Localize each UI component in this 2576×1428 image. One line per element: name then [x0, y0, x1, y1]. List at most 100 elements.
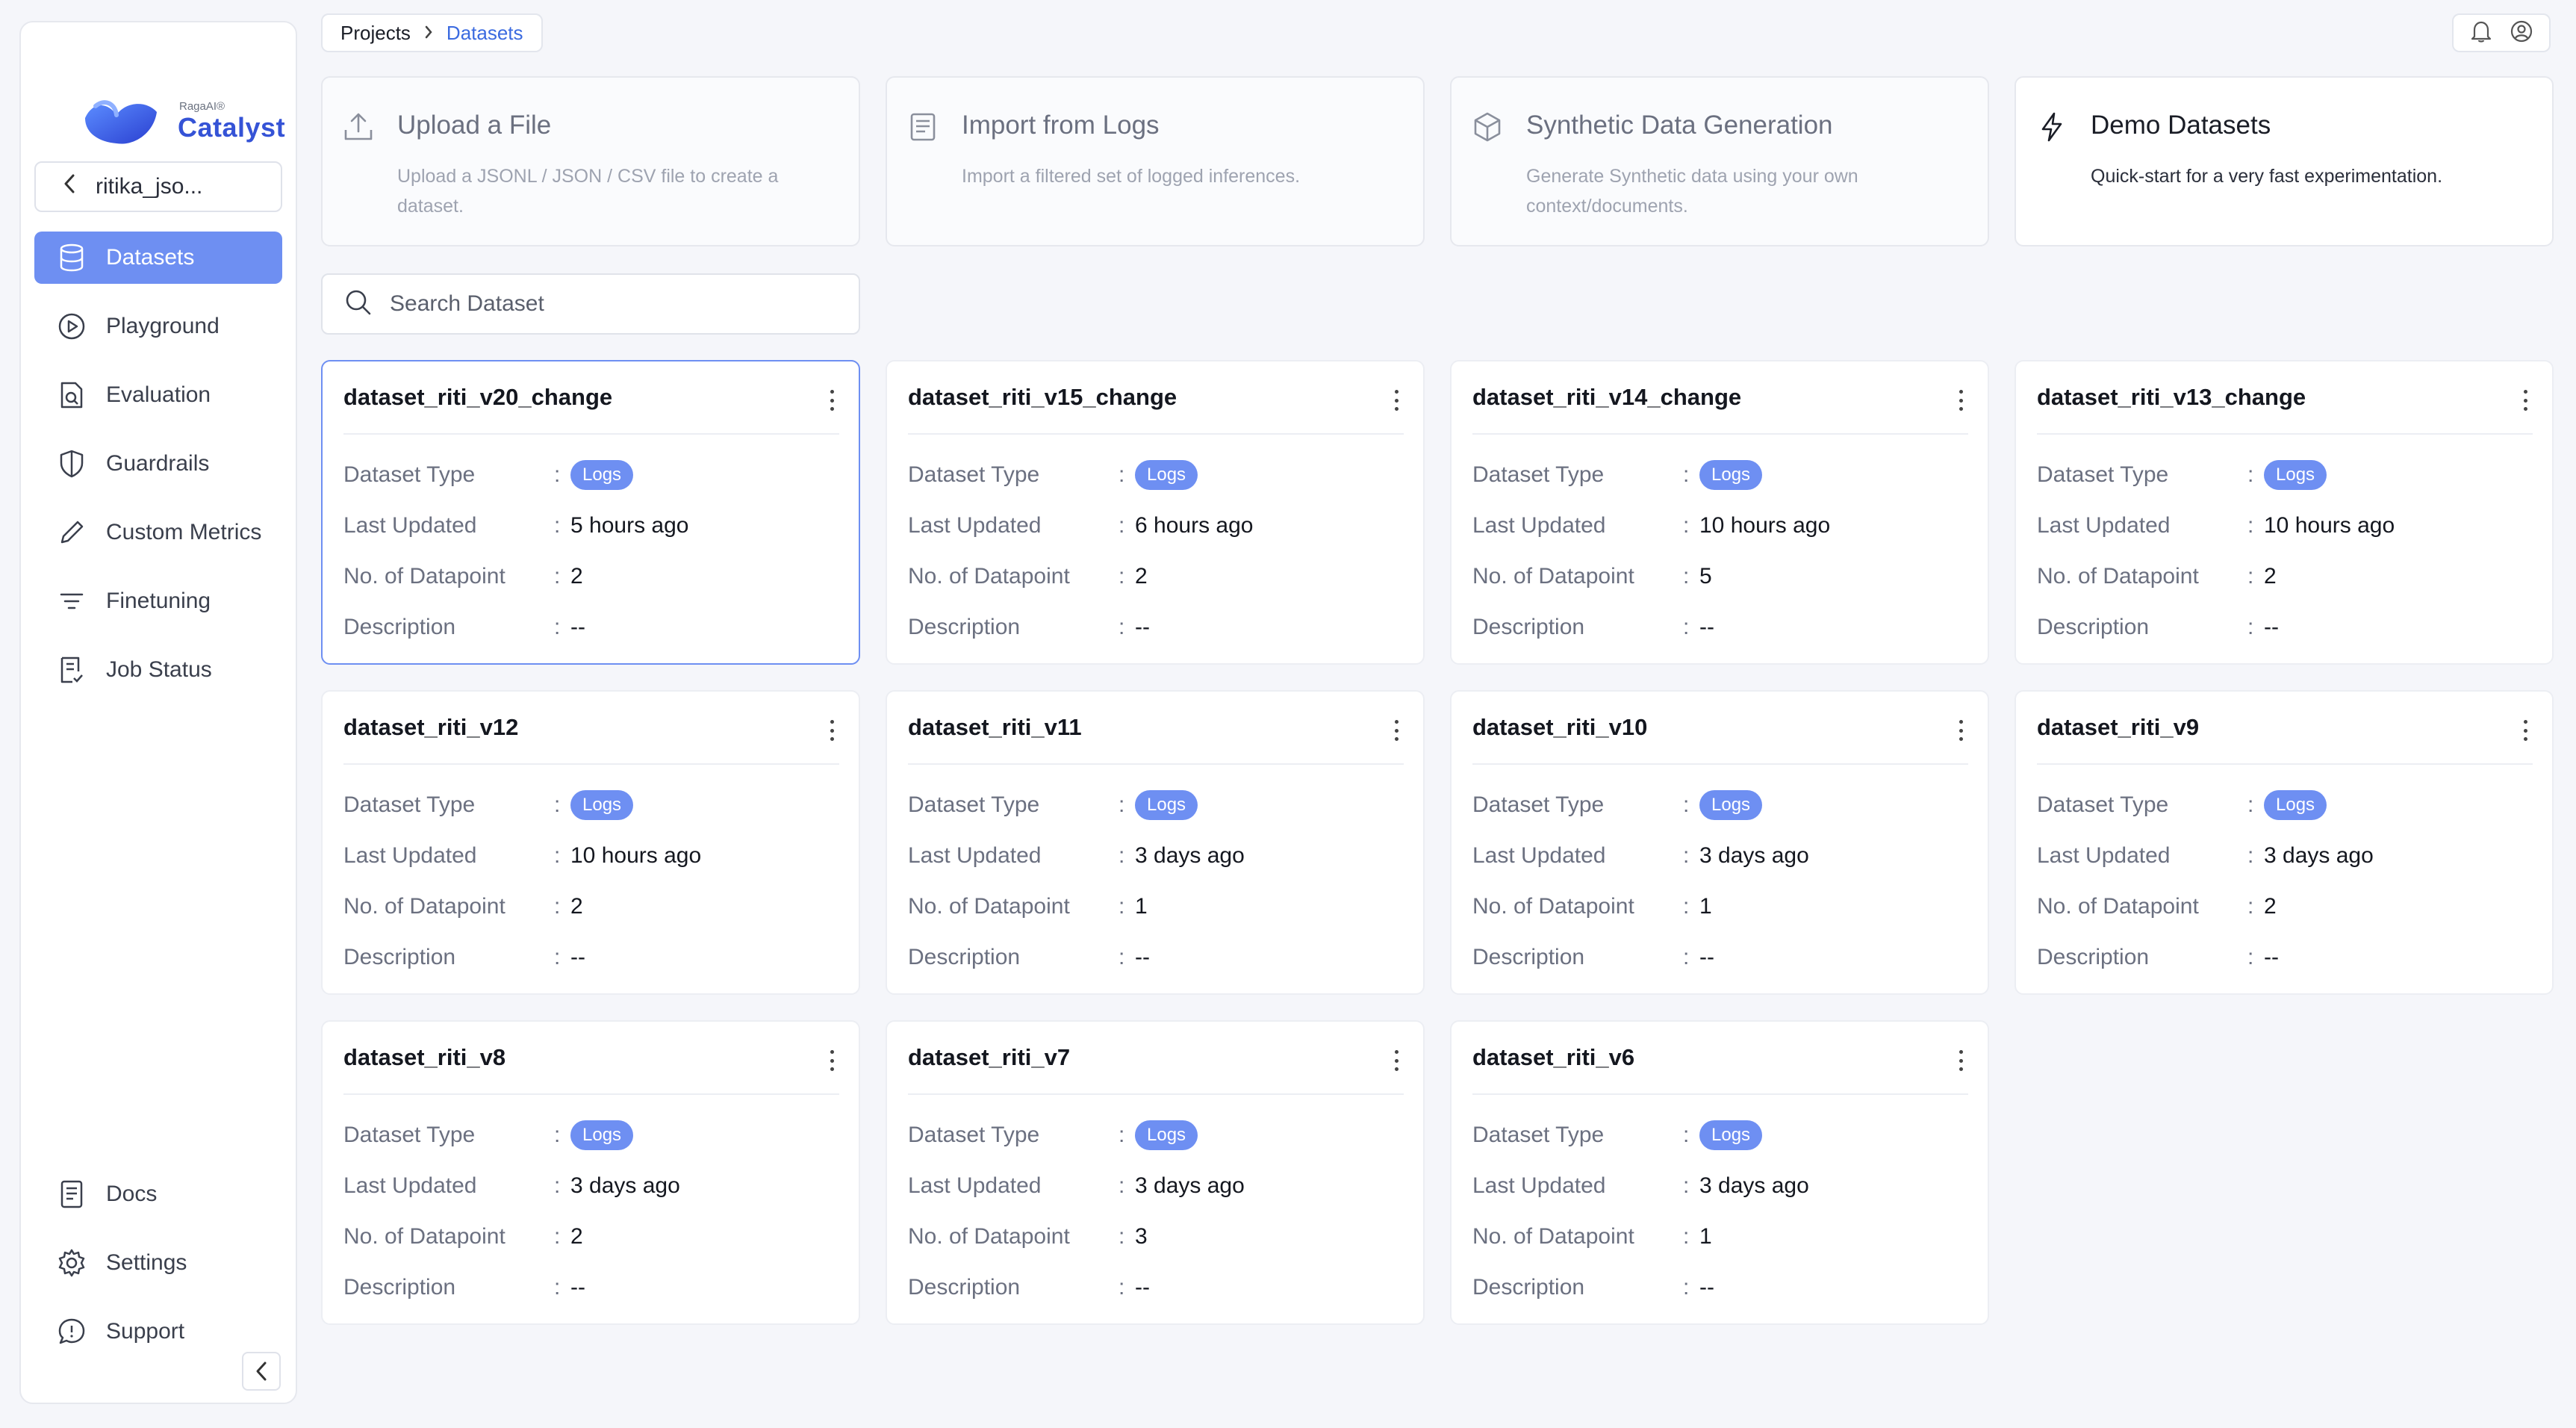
sidebar-item-evaluation[interactable]: Evaluation [34, 369, 282, 421]
datapoints-row: No. of Datapoint : 2 [908, 562, 1148, 592]
dataset-card[interactable]: dataset_riti_v13_change Dataset Type : L… [2015, 360, 2554, 665]
last-updated-value: 3 days ago [1135, 843, 1245, 868]
sidebar-item-support[interactable]: Support [34, 1306, 282, 1358]
dataset-card[interactable]: dataset_riti_v10 Dataset Type : Logs Las… [1450, 690, 1989, 995]
datapoints-value: 2 [570, 894, 583, 919]
more-options-icon[interactable] [824, 387, 839, 414]
more-options-icon[interactable] [1953, 387, 1968, 414]
sidebar-item-datasets[interactable]: Datasets [34, 232, 282, 284]
chevron-left-icon [63, 173, 76, 200]
demo-datasets-card[interactable]: Demo Datasets Quick-start for a very fas… [2015, 76, 2554, 246]
search-bar [321, 273, 860, 335]
more-options-icon[interactable] [2518, 717, 2533, 744]
dataset-card[interactable]: dataset_riti_v6 Dataset Type : Logs Last… [1450, 1020, 1989, 1325]
dataset-card[interactable]: dataset_riti_v14_change Dataset Type : L… [1450, 360, 1989, 665]
project-name: ritika_jso... [96, 174, 203, 199]
dataset-type-label: Dataset Type [908, 1123, 1040, 1147]
description-value: -- [1135, 615, 1150, 639]
sidebar-item-finetuning[interactable]: Finetuning [34, 575, 282, 627]
separator: : [1119, 894, 1125, 919]
datapoints-value: 5 [1699, 564, 1712, 589]
dataset-type-label: Dataset Type [343, 462, 476, 487]
last-updated-row: Last Updated : 3 days ago [2037, 841, 2374, 871]
last-updated-value: 5 hours ago [570, 513, 689, 538]
dataset-type-row: Dataset Type : Logs [2037, 460, 2327, 490]
separator: : [1119, 1173, 1125, 1198]
sidebar-item-label: Guardrails [106, 451, 210, 476]
separator: : [554, 792, 561, 817]
last-updated-value: 10 hours ago [2264, 513, 2395, 538]
search-input[interactable] [390, 291, 808, 317]
cube-icon [1471, 111, 1504, 143]
dataset-card[interactable]: dataset_riti_v11 Dataset Type : Logs Las… [886, 690, 1425, 995]
description-row: Description : -- [1472, 612, 1714, 642]
description-label: Description [343, 615, 456, 639]
datapoints-row: No. of Datapoint : 1 [1472, 1222, 1712, 1252]
dataset-type-badge: Logs [570, 790, 634, 820]
dataset-type-label: Dataset Type [1472, 1123, 1605, 1147]
collapse-sidebar-button[interactable] [242, 1352, 281, 1391]
datapoints-value: 2 [2264, 894, 2277, 919]
more-options-icon[interactable] [1389, 1047, 1404, 1074]
description-row: Description : -- [2037, 943, 2279, 972]
separator: : [1119, 1123, 1125, 1147]
more-options-icon[interactable] [1389, 717, 1404, 744]
dataset-card[interactable]: dataset_riti_v7 Dataset Type : Logs Last… [886, 1020, 1425, 1325]
dataset-card[interactable]: dataset_riti_v20_change Dataset Type : L… [321, 360, 860, 665]
project-selector[interactable]: ritika_jso... [34, 161, 282, 212]
description-label: Description [343, 1275, 456, 1300]
gear-icon [57, 1248, 87, 1278]
dataset-type-row: Dataset Type : Logs [2037, 790, 2327, 820]
sidebar-item-guardrails[interactable]: Guardrails [34, 438, 282, 490]
sidebar-item-label: Settings [106, 1250, 187, 1275]
last-updated-label: Last Updated [343, 843, 477, 868]
dataset-card[interactable]: dataset_riti_v12 Dataset Type : Logs Las… [321, 690, 860, 995]
separator: : [1683, 792, 1690, 817]
card-divider [908, 433, 1404, 435]
description-value: -- [570, 1275, 585, 1300]
bell-icon[interactable] [2470, 19, 2492, 47]
more-options-icon[interactable] [1953, 717, 1968, 744]
sidebar-item-settings[interactable]: Settings [34, 1237, 282, 1289]
user-icon[interactable] [2510, 19, 2533, 47]
filter-icon [57, 586, 87, 616]
datapoints-value: 2 [570, 564, 583, 589]
card-divider [343, 433, 839, 435]
separator: : [1683, 843, 1690, 868]
more-options-icon[interactable] [1389, 387, 1404, 414]
separator: : [1119, 945, 1125, 969]
action-title: Upload a File [397, 111, 552, 140]
dataset-name: dataset_riti_v14_change [1472, 384, 1742, 410]
dataset-type-row: Dataset Type : Logs [1472, 460, 1763, 490]
breadcrumb-datasets[interactable]: Datasets [447, 22, 523, 45]
catalyst-logo[interactable]: RagaAI® Catalyst [61, 69, 285, 151]
description-row: Description : -- [908, 612, 1150, 642]
datapoints-value: 1 [1135, 894, 1148, 919]
upload-file-card[interactable]: Upload a File Upload a JSONL / JSON / CS… [321, 76, 860, 246]
sidebar-item-playground[interactable]: Playground [34, 300, 282, 353]
last-updated-row: Last Updated : 10 hours ago [2037, 511, 2395, 541]
description-value: -- [1135, 1275, 1150, 1300]
breadcrumb-projects[interactable]: Projects [340, 22, 411, 45]
dataset-type-row: Dataset Type : Logs [343, 1120, 634, 1150]
separator: : [554, 564, 561, 589]
more-options-icon[interactable] [824, 717, 839, 744]
dataset-card[interactable]: dataset_riti_v8 Dataset Type : Logs Last… [321, 1020, 860, 1325]
synthetic-data-card[interactable]: Synthetic Data Generation Generate Synth… [1450, 76, 1989, 246]
datapoints-label: No. of Datapoint [908, 1224, 1070, 1249]
sidebar-item-label: Job Status [106, 657, 212, 682]
more-options-icon[interactable] [1953, 1047, 1968, 1074]
last-updated-label: Last Updated [908, 513, 1042, 538]
sidebar-item-docs[interactable]: Docs [34, 1168, 282, 1220]
card-divider [1472, 763, 1968, 765]
import-logs-card[interactable]: Import from Logs Import a filtered set o… [886, 76, 1425, 246]
sidebar-nav: Datasets Playground Evaluation Guardrail… [34, 232, 282, 713]
datapoints-label: No. of Datapoint [1472, 564, 1634, 589]
sidebar-item-custom-metrics[interactable]: Custom Metrics [34, 506, 282, 559]
sidebar-item-job-status[interactable]: Job Status [34, 644, 282, 696]
more-options-icon[interactable] [824, 1047, 839, 1074]
dataset-card[interactable]: dataset_riti_v15_change Dataset Type : L… [886, 360, 1425, 665]
more-options-icon[interactable] [2518, 387, 2533, 414]
last-updated-row: Last Updated : 10 hours ago [1472, 511, 1830, 541]
dataset-card[interactable]: dataset_riti_v9 Dataset Type : Logs Last… [2015, 690, 2554, 995]
